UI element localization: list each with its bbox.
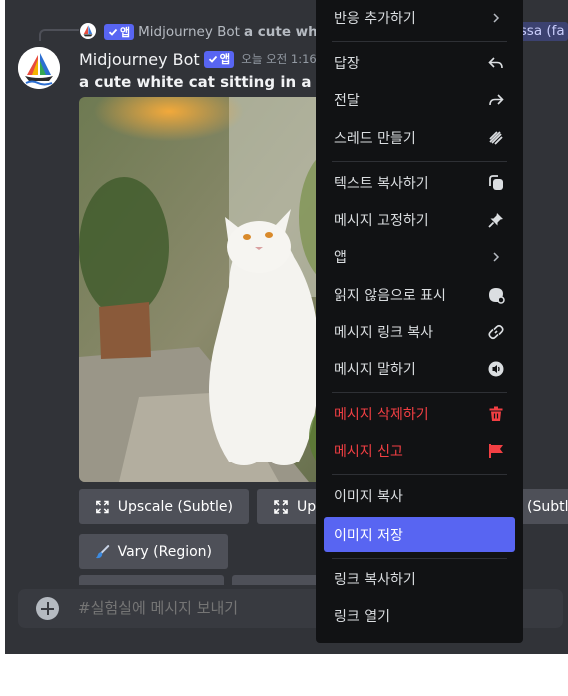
- context-menu: 반응 추가하기 답장 전달 스레드 만들기 텍스트 복사하기 메시지 고정하기: [316, 0, 523, 643]
- midjourney-logo-icon: [18, 47, 60, 89]
- menu-separator: [332, 474, 507, 475]
- menu-item-label: 메시지 말하기: [334, 361, 416, 378]
- menu-item-label: 메시지 삭제하기: [334, 406, 429, 423]
- action-button[interactable]: [79, 575, 224, 585]
- check-icon: [108, 28, 118, 36]
- button-label: Vary (Region): [117, 543, 212, 560]
- menu-item-label: 답장: [334, 55, 360, 72]
- menu-separator: [332, 41, 507, 42]
- menu-item-copy-message-link[interactable]: 메시지 링크 복사: [324, 314, 515, 349]
- link-icon: [486, 322, 506, 342]
- message-header: Midjourney Bot 앱 오늘 오전 1:16: [79, 48, 317, 70]
- menu-item-label: 링크 복사하기: [334, 571, 416, 588]
- app-badge-label: 앱: [219, 52, 231, 66]
- reply-icon: [486, 53, 506, 73]
- menu-item-label: 이미지 저장: [334, 527, 403, 544]
- reply-preview[interactable]: 앱 Midjourney Bot a cute whi: [100, 23, 322, 41]
- vary-region-button[interactable]: Vary (Region): [79, 534, 228, 569]
- menu-item-label: 스레드 만들기: [334, 130, 416, 147]
- reply-connector: [39, 29, 79, 41]
- menu-item-apps[interactable]: 앱: [324, 239, 515, 274]
- menu-item-speak-message[interactable]: 메시지 말하기: [324, 351, 515, 386]
- add-attachment-icon[interactable]: [36, 597, 59, 620]
- app-badge: 앱: [203, 50, 235, 68]
- menu-item-label: 앱: [334, 249, 347, 266]
- menu-separator: [332, 161, 507, 162]
- menu-item-open-link[interactable]: 링크 열기: [324, 598, 515, 633]
- author-name[interactable]: Midjourney Bot: [79, 50, 200, 69]
- menu-item-label: 반응 추가하기: [334, 10, 416, 27]
- mark-unread-icon: [486, 285, 506, 305]
- paintbrush-icon: [95, 544, 110, 558]
- button-label: Up: [297, 498, 317, 515]
- menu-item-copy-image[interactable]: 이미지 복사: [324, 478, 515, 513]
- menu-item-label: 링크 열기: [334, 608, 390, 625]
- menu-item-copy-link[interactable]: 링크 복사하기: [324, 561, 515, 596]
- timestamp[interactable]: 오늘 오전 1:16: [241, 51, 316, 67]
- menu-item-label: 메시지 신고: [334, 443, 403, 460]
- menu-item-label: 메시지 고정하기: [334, 212, 429, 229]
- menu-item-forward[interactable]: 전달: [324, 82, 515, 117]
- menu-item-create-thread[interactable]: 스레드 만들기: [324, 120, 515, 155]
- check-icon: [208, 55, 217, 63]
- menu-item-mark-unread[interactable]: 읽지 않음으로 표시: [324, 277, 515, 312]
- menu-item-save-image[interactable]: 이미지 저장: [324, 517, 515, 552]
- thread-icon: [486, 128, 506, 148]
- forward-icon: [486, 90, 506, 110]
- menu-separator: [332, 558, 507, 559]
- menu-item-label: 읽지 않음으로 표시: [334, 287, 446, 304]
- button-label: (Subtl: [527, 498, 568, 515]
- menu-item-label: 전달: [334, 92, 360, 109]
- speak-icon: [486, 359, 506, 379]
- app-badge: 앱: [104, 24, 135, 40]
- pin-icon: [486, 210, 506, 230]
- menu-item-reply[interactable]: 답장: [324, 45, 515, 80]
- menu-item-label: 이미지 복사: [334, 488, 403, 505]
- menu-item-pin-message[interactable]: 메시지 고정하기: [324, 202, 515, 237]
- reply-author[interactable]: Midjourney Bot: [138, 24, 240, 40]
- app-badge-label: 앱: [120, 26, 131, 39]
- menu-item-label: 메시지 링크 복사: [334, 324, 434, 341]
- chevron-right-icon: [486, 8, 506, 28]
- trash-icon: [486, 404, 506, 424]
- chevron-right-icon: [486, 247, 506, 267]
- prompt-text: a cute white cat sitting in a gar: [79, 73, 345, 91]
- menu-item-delete-message[interactable]: 메시지 삭제하기: [324, 396, 515, 431]
- expand-icon: [96, 500, 109, 513]
- expand-icon: [274, 499, 288, 514]
- flag-icon: [486, 441, 506, 461]
- menu-item-label: 텍스트 복사하기: [334, 175, 429, 192]
- upscale-subtle-button[interactable]: Upscale (Subtle): [79, 489, 249, 524]
- copy-icon: [486, 173, 506, 193]
- menu-item-add-reaction[interactable]: 반응 추가하기: [324, 0, 515, 35]
- menu-item-report-message[interactable]: 메시지 신고: [324, 433, 515, 468]
- menu-separator: [332, 392, 507, 393]
- reply-snippet[interactable]: a cute whi: [244, 24, 322, 40]
- menu-item-copy-text[interactable]: 텍스트 복사하기: [324, 165, 515, 200]
- avatar[interactable]: [18, 47, 60, 89]
- button-label: Upscale (Subtle): [117, 498, 233, 515]
- reply-avatar[interactable]: [80, 23, 96, 39]
